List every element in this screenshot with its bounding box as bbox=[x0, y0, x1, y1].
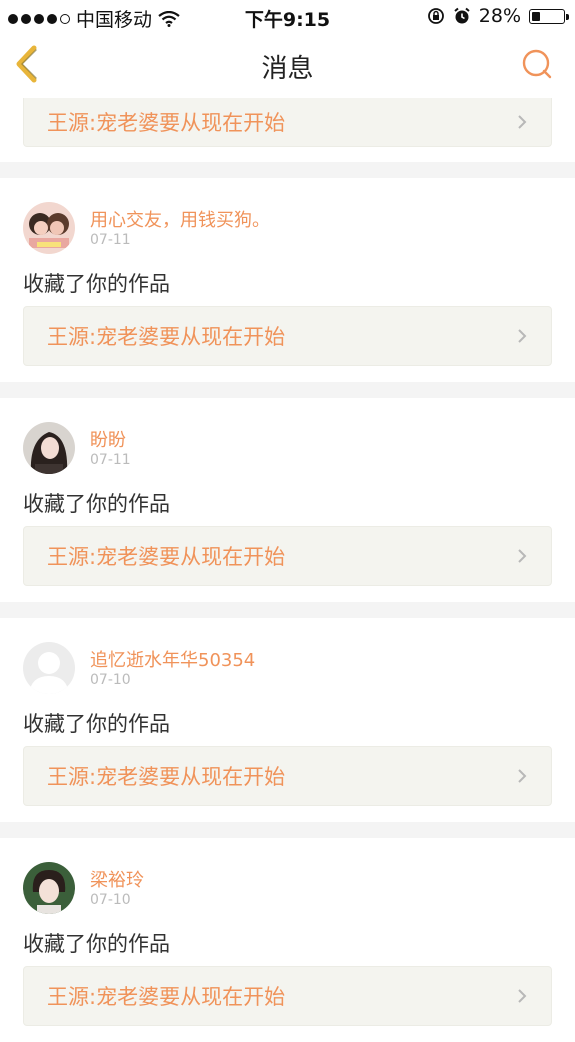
chevron-right-icon bbox=[518, 549, 527, 563]
alarm-icon bbox=[454, 7, 470, 24]
message-action: 收藏了你的作品 bbox=[23, 932, 170, 956]
message-card: 用心交友，用钱买狗。 07-11 收藏了你的作品 王源:宠老婆要从现在开始 bbox=[0, 178, 575, 382]
message-card: 盼盼 07-11 收藏了你的作品 王源:宠老婆要从现在开始 bbox=[0, 398, 575, 602]
search-button[interactable] bbox=[519, 46, 555, 82]
message-date: 07-11 bbox=[90, 452, 131, 468]
chevron-right-icon bbox=[518, 115, 527, 129]
chevron-right-icon bbox=[518, 329, 527, 343]
message-date: 07-11 bbox=[90, 232, 131, 248]
chevron-right-icon bbox=[518, 989, 527, 1003]
username[interactable]: 追忆逝水年华50354 bbox=[90, 646, 255, 672]
chevron-right-icon bbox=[518, 769, 527, 783]
username[interactable]: 盼盼 bbox=[90, 426, 126, 452]
message-card-partial: 王源:宠老婆要从现在开始 bbox=[0, 98, 575, 162]
nav-bar: 消息 bbox=[0, 32, 575, 99]
username[interactable]: 用心交友，用钱买狗。 bbox=[90, 206, 270, 232]
message-action: 收藏了你的作品 bbox=[23, 272, 170, 296]
message-date: 07-10 bbox=[90, 672, 131, 688]
message-date: 07-10 bbox=[90, 892, 131, 908]
default-avatar-icon[interactable] bbox=[23, 642, 75, 694]
avatar[interactable] bbox=[23, 862, 75, 914]
message-list: 王源:宠老婆要从现在开始 用心交友，用钱买狗。 07-11 收藏了你的作品 王源… bbox=[0, 98, 575, 1042]
message-action: 收藏了你的作品 bbox=[23, 712, 170, 736]
search-icon bbox=[522, 49, 552, 79]
work-link[interactable]: 王源:宠老婆要从现在开始 bbox=[23, 966, 552, 1026]
battery-icon bbox=[529, 8, 569, 24]
work-link-title: 王源:宠老婆要从现在开始 bbox=[47, 765, 286, 789]
avatar[interactable] bbox=[23, 422, 75, 474]
work-link[interactable]: 王源:宠老婆要从现在开始 bbox=[23, 746, 552, 806]
work-link[interactable]: 王源:宠老婆要从现在开始 bbox=[23, 98, 552, 147]
page-title: 消息 bbox=[261, 54, 314, 84]
message-card: 追忆逝水年华50354 07-10 收藏了你的作品 王源:宠老婆要从现在开始 bbox=[0, 618, 575, 822]
status-right: 28% bbox=[427, 5, 569, 27]
work-link-title: 王源:宠老婆要从现在开始 bbox=[47, 985, 286, 1009]
work-link-title: 王源:宠老婆要从现在开始 bbox=[47, 111, 286, 135]
status-bar: 中国移动 下午9:15 28% bbox=[0, 0, 575, 32]
rotation-lock-icon bbox=[427, 8, 444, 24]
message-action: 收藏了你的作品 bbox=[23, 492, 170, 516]
work-link-title: 王源:宠老婆要从现在开始 bbox=[47, 325, 286, 349]
message-items: 用心交友，用钱买狗。 07-11 收藏了你的作品 王源:宠老婆要从现在开始 盼盼… bbox=[0, 178, 575, 1042]
username[interactable]: 梁裕玲 bbox=[90, 866, 144, 892]
work-link[interactable]: 王源:宠老婆要从现在开始 bbox=[23, 306, 552, 366]
battery-percent: 28% bbox=[478, 5, 521, 27]
work-link[interactable]: 王源:宠老婆要从现在开始 bbox=[23, 526, 552, 586]
message-card: 梁裕玲 07-10 收藏了你的作品 王源:宠老婆要从现在开始 bbox=[0, 838, 575, 1042]
avatar[interactable] bbox=[23, 202, 75, 254]
work-link-title: 王源:宠老婆要从现在开始 bbox=[47, 545, 286, 569]
